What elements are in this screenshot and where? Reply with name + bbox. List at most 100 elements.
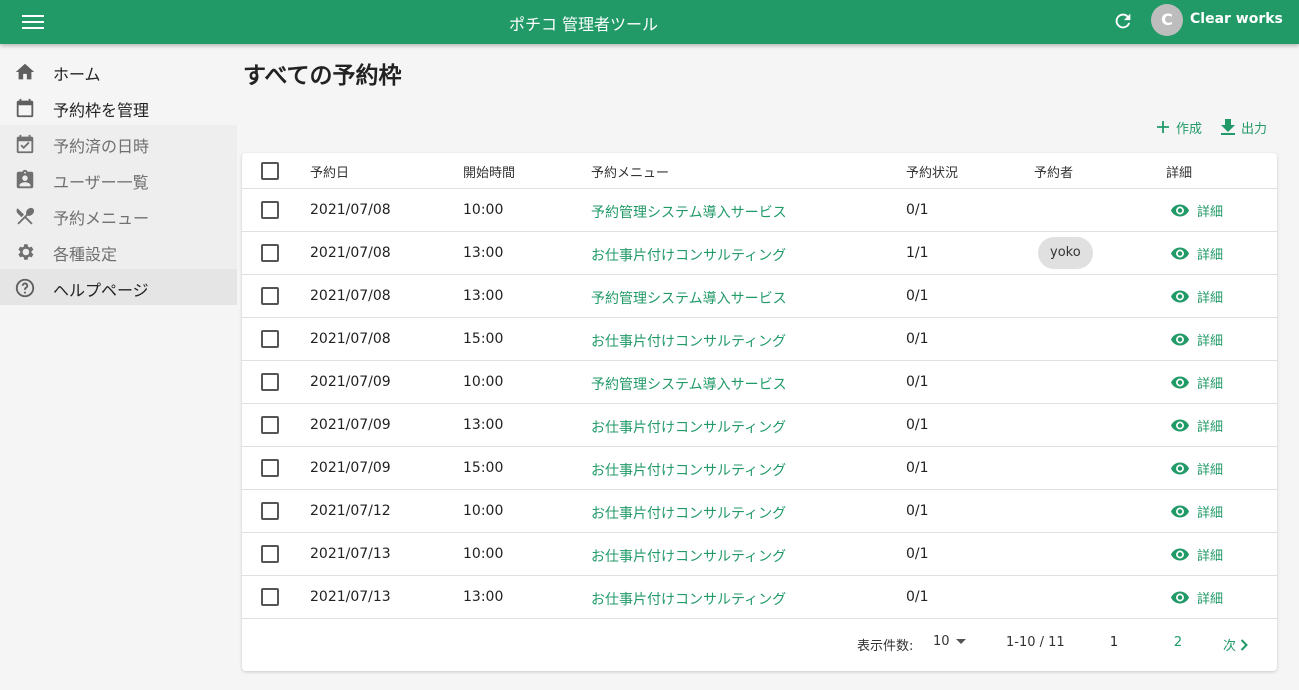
table-row: 2021/07/13 13:00 お仕事片付けコンサルティング 0/1 詳細 <box>242 576 1277 619</box>
cell-status: 0/1 <box>906 503 929 519</box>
calendar-check-icon <box>16 134 34 154</box>
detail-button[interactable]: 詳細 <box>1171 502 1223 521</box>
detail-button[interactable]: 詳細 <box>1171 330 1223 349</box>
cell-menu-link[interactable]: お仕事片付けコンサルティング <box>591 331 786 351</box>
cell-time: 13:00 <box>463 417 504 433</box>
cell-status: 0/1 <box>906 589 929 605</box>
row-checkbox[interactable] <box>261 416 279 434</box>
user-name[interactable]: Clear works <box>1190 11 1283 27</box>
detail-button[interactable]: 詳細 <box>1171 287 1223 306</box>
header-menu[interactable]: 予約メニュー <box>591 162 669 181</box>
sidebar-item-label: 予約済の日時 <box>53 137 150 156</box>
export-button[interactable]: 出力 <box>1221 117 1267 137</box>
detail-label: 詳細 <box>1197 506 1224 521</box>
table-row: 2021/07/09 13:00 お仕事片付けコンサルティング 0/1 詳細 <box>242 404 1277 447</box>
sidebar: ホーム 予約枠を管理 予約済の日時 ユーザー一覧 予約メニュー 各種設定 ヘルプ… <box>0 44 237 690</box>
booker-chip[interactable]: yoko <box>1038 237 1093 269</box>
utensils-icon <box>16 207 35 225</box>
detail-button[interactable]: 詳細 <box>1171 545 1223 564</box>
table-row: 2021/07/08 15:00 お仕事片付けコンサルティング 0/1 詳細 <box>242 318 1277 361</box>
cell-date: 2021/07/08 <box>310 245 391 261</box>
row-checkbox[interactable] <box>261 287 279 305</box>
cell-menu-link[interactable]: お仕事片付けコンサルティング <box>591 503 786 523</box>
detail-label: 詳細 <box>1197 291 1224 306</box>
eye-icon <box>1171 462 1189 475</box>
row-checkbox[interactable] <box>261 330 279 348</box>
eye-icon <box>1171 247 1189 260</box>
export-label: 出力 <box>1241 121 1268 137</box>
cell-time: 15:00 <box>463 331 504 347</box>
detail-button[interactable]: 詳細 <box>1171 244 1223 263</box>
sidebar-item-home[interactable]: ホーム <box>0 53 237 89</box>
detail-label: 詳細 <box>1197 592 1224 607</box>
detail-button[interactable]: 詳細 <box>1171 459 1223 478</box>
per-page-select[interactable]: 10 <box>933 634 966 649</box>
row-checkbox[interactable] <box>261 244 279 262</box>
sidebar-item-settings[interactable]: 各種設定 <box>0 233 237 269</box>
table-row: 2021/07/09 15:00 お仕事片付けコンサルティング 0/1 詳細 <box>242 447 1277 490</box>
cell-menu-link[interactable]: お仕事片付けコンサルティング <box>591 245 786 265</box>
detail-label: 詳細 <box>1197 377 1224 392</box>
cell-time: 10:00 <box>463 503 504 519</box>
cell-date: 2021/07/09 <box>310 460 391 476</box>
page-2-button[interactable]: 2 <box>1163 635 1193 650</box>
table-row: 2021/07/08 13:00 予約管理システム導入サービス 0/1 詳細 <box>242 275 1277 318</box>
app-title: ポチコ 管理者ツール <box>508 15 659 34</box>
cell-date: 2021/07/09 <box>310 374 391 390</box>
row-checkbox[interactable] <box>261 373 279 391</box>
sidebar-item-booked-dates[interactable]: 予約済の日時 <box>0 125 237 161</box>
table-row: 2021/07/12 10:00 お仕事片付けコンサルティング 0/1 詳細 <box>242 490 1277 533</box>
cell-menu-link[interactable]: お仕事片付けコンサルティング <box>591 460 786 480</box>
cell-status: 0/1 <box>906 546 929 562</box>
cell-menu-link[interactable]: 予約管理システム導入サービス <box>591 202 787 222</box>
row-checkbox[interactable] <box>261 201 279 219</box>
sidebar-item-help[interactable]: ヘルプページ <box>0 269 237 305</box>
cell-menu-link[interactable]: お仕事片付けコンサルティング <box>591 417 786 437</box>
cell-menu-link[interactable]: 予約管理システム導入サービス <box>591 374 787 394</box>
cell-time: 15:00 <box>463 460 504 476</box>
detail-label: 詳細 <box>1197 463 1224 478</box>
detail-label: 詳細 <box>1197 420 1224 435</box>
select-all-checkbox[interactable] <box>261 162 279 180</box>
eye-icon <box>1171 204 1189 217</box>
detail-button[interactable]: 詳細 <box>1171 201 1223 220</box>
row-checkbox[interactable] <box>261 588 279 606</box>
header-status[interactable]: 予約状況 <box>906 162 958 181</box>
cell-time: 13:00 <box>463 288 504 304</box>
detail-button[interactable]: 詳細 <box>1171 373 1223 392</box>
sidebar-item-booking-menu[interactable]: 予約メニュー <box>0 197 237 233</box>
slots-table: 予約日 開始時間 予約メニュー 予約状況 予約者 詳細 2021/07/08 10… <box>242 153 1277 671</box>
row-checkbox[interactable] <box>261 545 279 563</box>
cell-status: 1/1 <box>906 245 929 261</box>
header-booker[interactable]: 予約者 <box>1034 162 1073 181</box>
row-checkbox[interactable] <box>261 502 279 520</box>
refresh-icon[interactable] <box>1112 10 1134 32</box>
page-range: 1-10 / 11 <box>1006 635 1065 650</box>
sidebar-item-manage-slots[interactable]: 予約枠を管理 <box>0 89 237 125</box>
header-date[interactable]: 予約日 <box>310 162 349 181</box>
row-checkbox[interactable] <box>261 459 279 477</box>
detail-button[interactable]: 詳細 <box>1171 416 1223 435</box>
eye-icon <box>1171 333 1189 346</box>
page-1-button[interactable]: 1 <box>1099 635 1129 650</box>
table-row: 2021/07/09 10:00 予約管理システム導入サービス 0/1 詳細 <box>242 361 1277 404</box>
table-header: 予約日 開始時間 予約メニュー 予約状況 予約者 詳細 <box>242 153 1277 189</box>
cell-status: 0/1 <box>906 460 929 476</box>
table-row: 2021/07/08 10:00 予約管理システム導入サービス 0/1 詳細 <box>242 189 1277 232</box>
cell-menu-link[interactable]: お仕事片付けコンサルティング <box>591 589 786 609</box>
detail-button[interactable]: 詳細 <box>1171 588 1223 607</box>
avatar[interactable]: C <box>1151 4 1183 36</box>
header-time[interactable]: 開始時間 <box>463 162 515 181</box>
pagination: 表示件数: 10 1-10 / 11 1 2 次 <box>242 619 1277 671</box>
create-button[interactable]: 作成 <box>1156 117 1202 137</box>
per-page-value: 10 <box>933 634 950 649</box>
cell-date: 2021/07/12 <box>310 503 391 519</box>
cell-menu-link[interactable]: お仕事片付けコンサルティング <box>591 546 786 566</box>
next-page-button[interactable]: 次 <box>1223 635 1248 654</box>
per-page-label: 表示件数: <box>857 639 914 654</box>
cell-time: 10:00 <box>463 546 504 562</box>
sidebar-item-users[interactable]: ユーザー一覧 <box>0 161 237 197</box>
cell-menu-link[interactable]: 予約管理システム導入サービス <box>591 288 787 308</box>
clipboard-account-icon <box>16 169 34 189</box>
cell-time: 10:00 <box>463 202 504 218</box>
